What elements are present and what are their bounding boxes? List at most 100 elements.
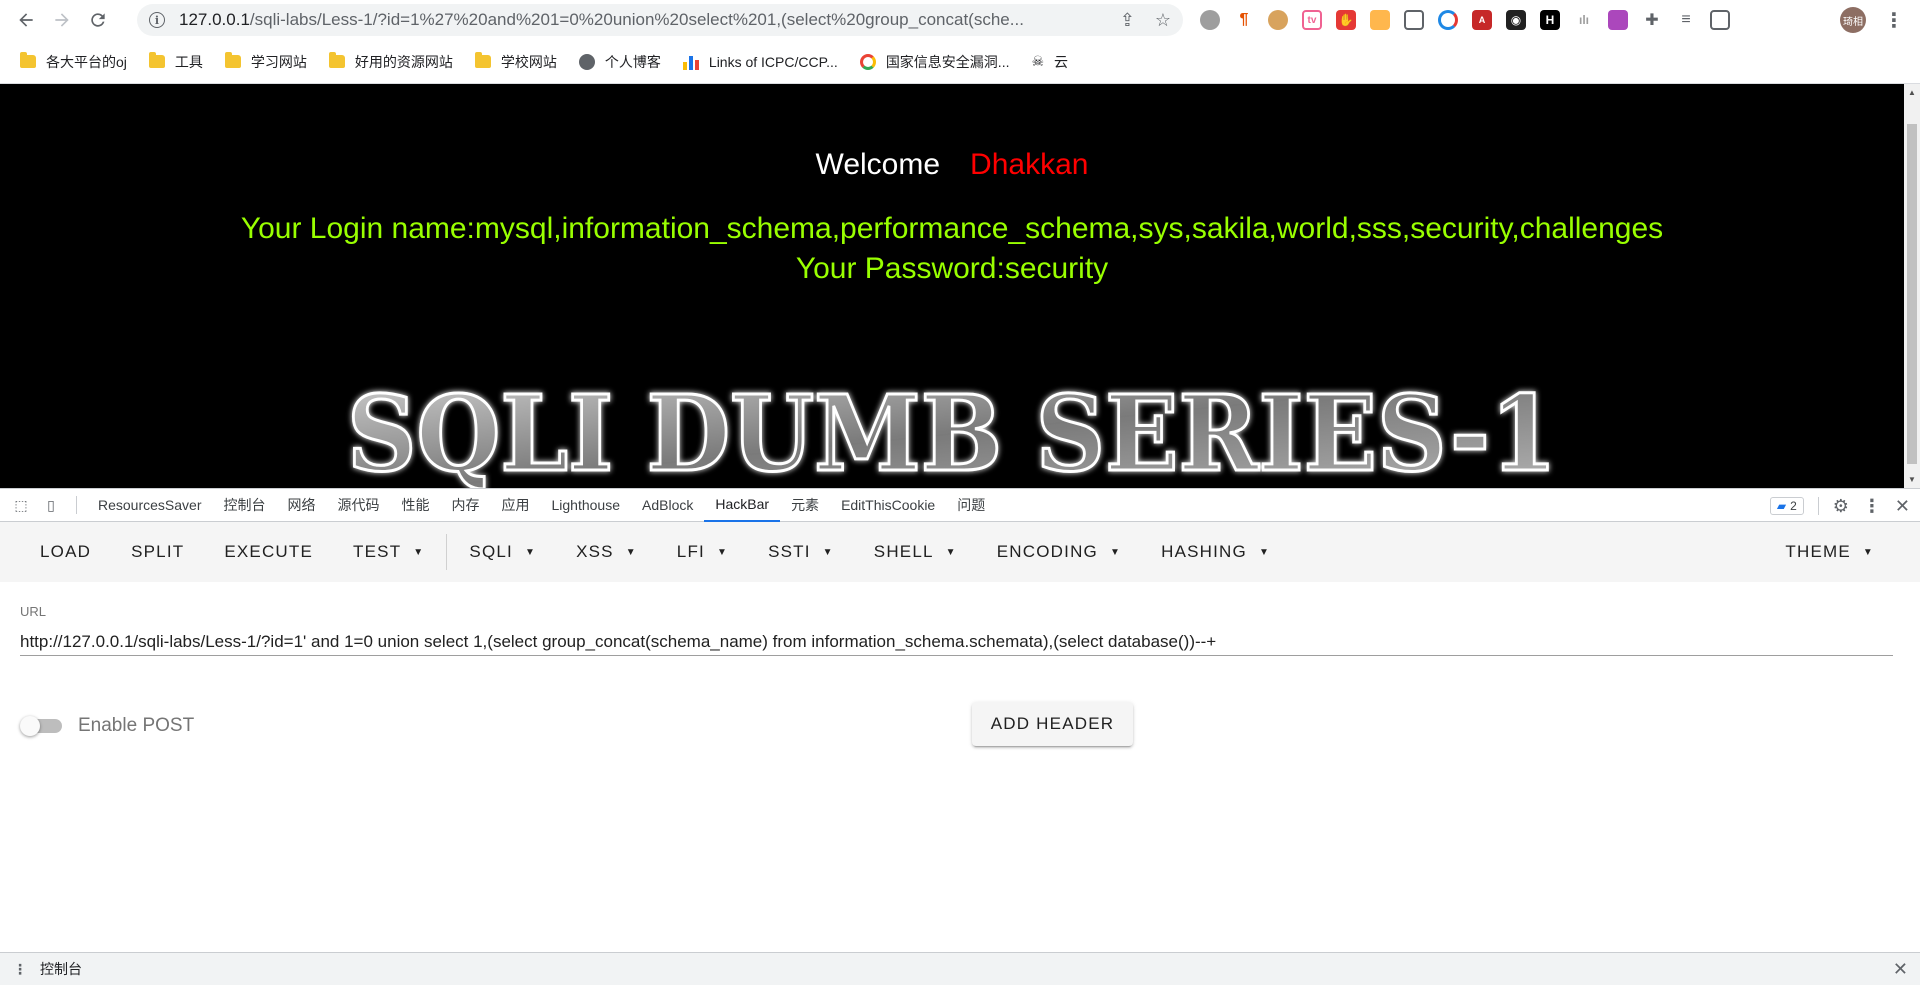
folder-icon [148, 52, 165, 68]
avatar[interactable]: 琦相 [1840, 7, 1866, 33]
circle-ext-icon[interactable] [1200, 10, 1220, 30]
address-bar[interactable]: i 127.0.0.1/sqli-labs/Less-1/?id=1%27%20… [137, 4, 1183, 36]
xss-dropdown[interactable]: XSS ▼ [556, 534, 657, 570]
color-ext-icon[interactable] [1438, 10, 1458, 30]
tab-performance[interactable]: 性能 [391, 488, 441, 522]
caret-down-icon: ▼ [1258, 546, 1271, 558]
back-icon[interactable] [8, 2, 44, 38]
scrollbar-thumb[interactable] [1907, 124, 1917, 464]
url-label: URL [20, 604, 47, 619]
bookmark-item[interactable]: 个人博客 [578, 52, 661, 72]
pirate-ext-icon[interactable]: ◉ [1506, 10, 1526, 30]
caret-down-icon: ▼ [1109, 546, 1122, 558]
page-viewport: Welcome Dhakkan Your Login name:mysql,inf… [0, 84, 1904, 488]
tab-elements[interactable]: 元素 [780, 488, 830, 522]
bookmark-item[interactable]: ☠ 云 [1031, 52, 1068, 72]
bookmark-item[interactable]: 学习网站 [224, 52, 307, 72]
bilibili-ext-icon[interactable]: tv [1302, 10, 1322, 30]
dice-ext-icon[interactable] [1608, 10, 1628, 30]
sqli-banner-text: SQLI DUMB SERIES-1 [347, 372, 1557, 488]
scroll-down-icon[interactable]: ▼ [1908, 475, 1916, 484]
enable-post-label: Enable POST [78, 715, 195, 736]
translate-ext-icon[interactable] [1370, 10, 1390, 30]
bookmark-item[interactable]: Links of ICPC/CCP... [682, 54, 838, 70]
login-name-text: Your Login name:mysql,information_schema… [240, 212, 1664, 245]
close-drawer-icon[interactable]: ✕ [1893, 959, 1908, 980]
caret-down-icon: ▼ [625, 546, 637, 558]
extensions-toolbar: ¶ tv ✋ A ◉ H ılı ✚ ≡ [1200, 8, 1730, 32]
tab-sources[interactable]: 源代码 [327, 488, 391, 522]
folder-icon [474, 52, 491, 68]
welcome-text: Welcome [815, 148, 941, 181]
sidepanel-ext-icon[interactable] [1710, 10, 1730, 30]
tab-resourcessaver[interactable]: ResourcesSaver [87, 488, 213, 522]
welcome-line: Welcome Dhakkan [0, 148, 1904, 182]
adblock-ext-icon[interactable]: ✋ [1336, 10, 1356, 30]
devtools-menu-icon[interactable]: ⋮ [1863, 496, 1881, 517]
password-text: Your Password:security [795, 252, 1109, 285]
forward-icon[interactable] [44, 2, 80, 38]
h-ext-icon[interactable]: H [1540, 10, 1560, 30]
gear-icon[interactable]: ⚙ [1833, 496, 1849, 517]
caret-down-icon: ▼ [524, 546, 537, 558]
inspect-element-icon[interactable]: ⬚ [6, 497, 36, 514]
bookmark-item[interactable]: 工具 [148, 52, 203, 72]
bookmark-star-icon[interactable]: ☆ [1155, 10, 1171, 31]
bookmark-item[interactable]: 各大平台的oj [20, 52, 127, 72]
tab-network[interactable]: 网络 [277, 488, 327, 522]
tab-hackbar[interactable]: HackBar [704, 488, 781, 522]
drawer-menu-icon[interactable]: ⋮ [0, 961, 40, 978]
tab-editthiscookie[interactable]: EditThisCookie [830, 488, 946, 522]
drawer-tab-console[interactable]: 控制台 [40, 959, 82, 979]
tab-application[interactable]: 应用 [491, 488, 541, 522]
ssti-dropdown[interactable]: SSTI ▼ [748, 534, 854, 570]
skull-icon: ☠ [1031, 53, 1045, 69]
caret-down-icon: ▼ [1862, 546, 1874, 558]
globe-icon [578, 53, 595, 70]
pilcrow-ext-icon[interactable]: ¶ [1234, 10, 1254, 30]
url-input[interactable] [20, 622, 1893, 656]
enable-post-toggle[interactable] [20, 716, 68, 736]
tab-ext-icon[interactable] [1404, 10, 1424, 30]
tab-memory[interactable]: 内存 [441, 488, 491, 522]
bookmark-item[interactable]: 学校网站 [474, 52, 557, 72]
encoding-dropdown[interactable]: ENCODING ▼ [977, 534, 1141, 570]
execute-button[interactable]: EXECUTE [204, 534, 333, 570]
red-ext-icon[interactable]: A [1472, 10, 1492, 30]
cookie-ext-icon[interactable] [1268, 10, 1288, 30]
address-bar-url[interactable]: 127.0.0.1/sqli-labs/Less-1/?id=1%27%20an… [179, 10, 1099, 30]
site-info-icon[interactable]: i [149, 12, 165, 28]
message-icon: ▰ [1776, 499, 1787, 513]
browser-menu-icon[interactable]: ⋮ [1884, 8, 1904, 33]
list-ext-icon[interactable]: ≡ [1676, 10, 1696, 30]
bookmark-item[interactable]: 好用的资源网站 [328, 52, 453, 72]
hashing-dropdown[interactable]: HASHING ▼ [1141, 534, 1290, 570]
theme-dropdown[interactable]: THEME ▼ [1765, 534, 1894, 570]
load-button[interactable]: LOAD [20, 534, 111, 570]
caret-down-icon: ▼ [413, 546, 425, 558]
issues-badge[interactable]: ▰ 2 [1769, 497, 1804, 515]
caret-down-icon: ▼ [945, 546, 957, 558]
device-toolbar-icon[interactable]: ▯ [36, 497, 66, 514]
lfi-dropdown[interactable]: LFI ▼ [657, 534, 748, 570]
divider [76, 496, 77, 514]
test-dropdown[interactable]: TEST ▼ [333, 534, 444, 570]
sqli-dropdown[interactable]: SQLI ▼ [449, 534, 556, 570]
split-button[interactable]: SPLIT [111, 534, 204, 570]
shell-dropdown[interactable]: SHELL ▼ [854, 534, 977, 570]
share-icon[interactable]: ⇪ [1120, 10, 1135, 31]
tab-lighthouse[interactable]: Lighthouse [541, 488, 632, 522]
tab-adblock[interactable]: AdBlock [631, 488, 704, 522]
bookmark-item[interactable]: 国家信息安全漏洞... [859, 52, 1009, 72]
close-devtools-icon[interactable]: ✕ [1895, 496, 1910, 517]
stats-ext-icon[interactable]: ılı [1574, 10, 1594, 30]
add-header-button[interactable]: ADD HEADER [972, 702, 1133, 746]
tab-issues[interactable]: 问题 [946, 488, 996, 522]
tab-console[interactable]: 控制台 [213, 488, 277, 522]
puzzle-ext-icon[interactable]: ✚ [1642, 10, 1662, 30]
page-scrollbar[interactable]: ▲ ▼ [1904, 84, 1920, 488]
devtools-tabbar: ⬚ ▯ ResourcesSaver 控制台 网络 源代码 性能 内存 应用 L… [0, 488, 1920, 522]
reload-icon[interactable] [80, 2, 116, 38]
bars-icon [682, 54, 699, 70]
scroll-up-icon[interactable]: ▲ [1908, 88, 1916, 97]
